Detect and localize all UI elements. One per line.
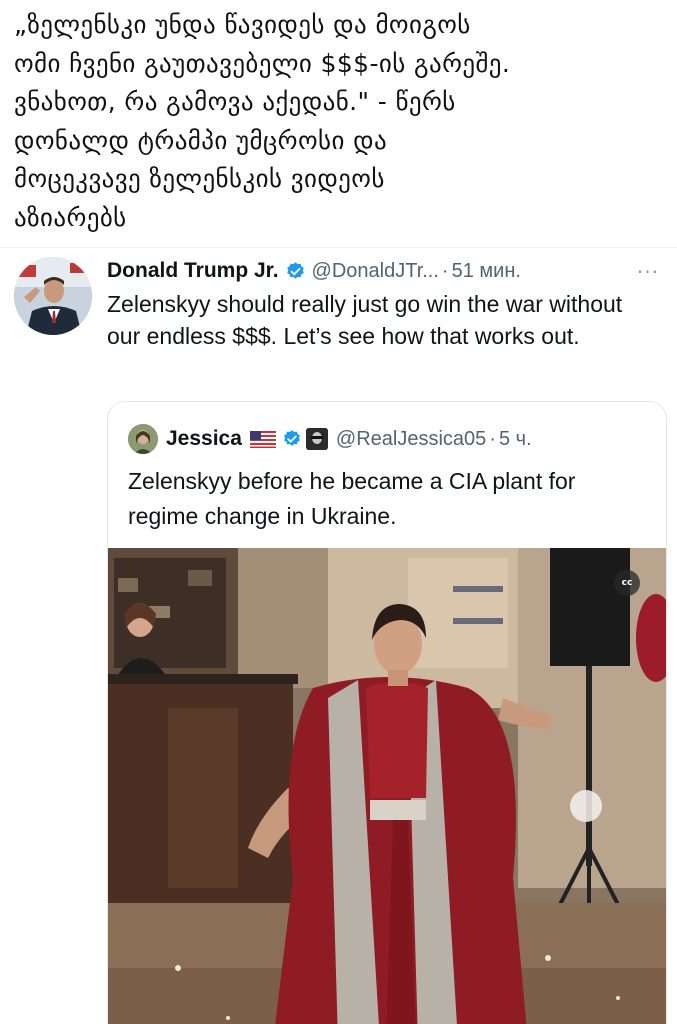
video-frame	[108, 548, 666, 1024]
quoted-tweet-time[interactable]: 5 ч.	[499, 428, 532, 451]
caption-line: „ზელენსკი უნდა წავიდეს და მოიგოს	[14, 10, 471, 39]
tweet-header: Donald Trump Jr. @DonaldJTr... · 51 мин.	[107, 256, 521, 286]
caption-line: ომი ჩვენი გაუთავებელი $$$-ის გარეშე.	[14, 48, 511, 78]
avatar-photo	[14, 257, 92, 335]
closed-captions-icon[interactable]: cc	[614, 570, 640, 596]
quoted-author-name[interactable]: Jessica	[166, 427, 242, 451]
caption-line: ვნახოთ, რა გამოვა აქედან." - წერს	[14, 87, 456, 116]
verified-badge-icon	[282, 429, 302, 449]
post-caption: „ზელენსკი უნდა წავიდეს და მოიგოს ომი ჩვე…	[14, 6, 664, 237]
quoted-author-handle[interactable]: @RealJessica05	[336, 428, 486, 451]
caption-line: დონალდ ტრამპი უმცროსი და	[14, 125, 388, 155]
author-avatar[interactable]	[14, 257, 92, 335]
separator-dot: ·	[489, 427, 496, 450]
quoted-author-avatar[interactable]	[128, 424, 158, 454]
tweet-text: Zelenskyy should really just go win the …	[107, 291, 623, 349]
affiliate-badge-icon	[305, 428, 328, 450]
quoted-tweet-text: Zelenskyy before he became a CIA plant f…	[128, 468, 576, 529]
author-handle[interactable]: @DonaldJTr...	[312, 260, 439, 283]
video-player[interactable]: cc	[108, 548, 666, 1024]
verified-badge-icon	[285, 261, 306, 282]
tweet-card[interactable]: Donald Trump Jr. @DonaldJTr... · 51 мин.…	[0, 248, 677, 1024]
separator-dot: ·	[441, 259, 449, 282]
us-flag-icon	[249, 430, 276, 448]
quoted-avatar-photo	[128, 424, 158, 454]
more-options-icon[interactable]: ···	[637, 260, 659, 284]
caption-line: მოცეკვავე ზელენსკის ვიდეოს	[14, 164, 385, 193]
tweet-time[interactable]: 51 мин.	[452, 260, 521, 283]
quoted-tweet-header: Jessica @RealJessica05 · 5 ч.	[128, 424, 532, 454]
caption-line: აზიარებს	[14, 202, 127, 232]
quoted-tweet[interactable]: Jessica @RealJessica05 · 5 ч. Zelenskyy …	[107, 401, 667, 1024]
author-name[interactable]: Donald Trump Jr.	[107, 259, 279, 283]
